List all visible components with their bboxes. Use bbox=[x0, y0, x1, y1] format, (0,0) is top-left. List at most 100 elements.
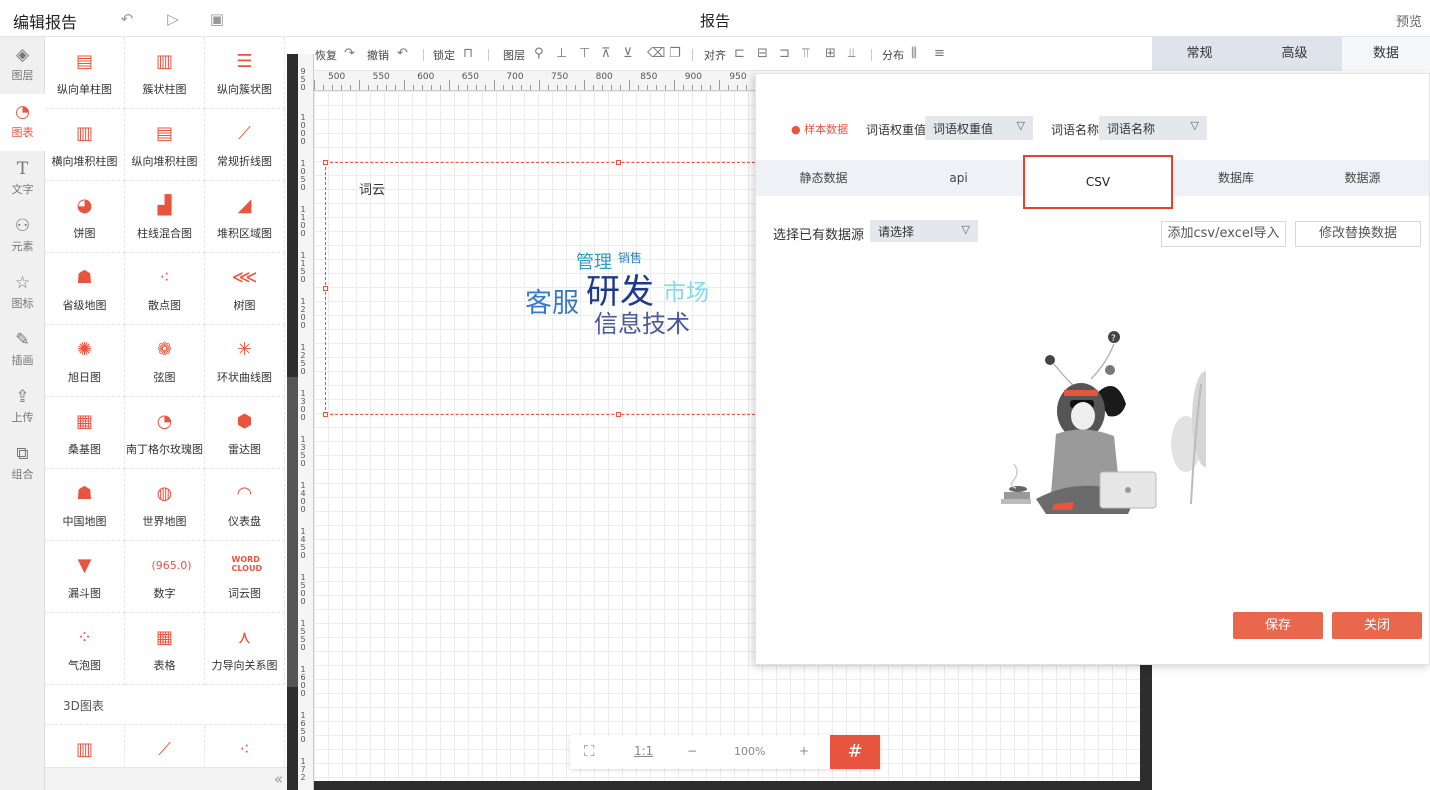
nav-charts[interactable]: ◔ 图表 bbox=[0, 94, 45, 151]
scrollbar-thumb[interactable] bbox=[287, 377, 298, 687]
nav-layers[interactable]: ◈ 图层 bbox=[0, 37, 45, 94]
align-middle-icon[interactable]: ⊞ bbox=[825, 46, 836, 61]
chart-type-funnel[interactable]: ▼ 漏斗图 bbox=[45, 541, 125, 613]
tab-api[interactable]: api bbox=[891, 160, 1026, 196]
chart-type-pie[interactable]: ◕ 饼图 bbox=[45, 181, 125, 253]
distribute-v-icon[interactable]: ≡ bbox=[934, 46, 945, 61]
canvas-v-scrollbar[interactable] bbox=[1140, 660, 1152, 790]
add-csv-button[interactable]: 添加csv/excel导入 bbox=[1161, 221, 1286, 247]
grid-toggle-button[interactable]: # bbox=[830, 735, 880, 769]
nav-text[interactable]: T 文字 bbox=[0, 151, 45, 208]
ruler-tick bbox=[314, 80, 315, 90]
save-button[interactable]: 保存 bbox=[1233, 612, 1323, 639]
layer-tree-icon[interactable]: ⚲ bbox=[534, 46, 544, 61]
undo-icon[interactable]: ↶ bbox=[397, 46, 408, 61]
resize-handle[interactable] bbox=[323, 286, 328, 291]
canvas-h-scrollbar[interactable] bbox=[314, 781, 1152, 790]
nav-elements[interactable]: ⚇ 元素 bbox=[0, 208, 45, 265]
chart-type-table[interactable]: ▦ 表格 bbox=[125, 613, 205, 685]
chart-type-world-map[interactable]: ◍ 世界地图 bbox=[125, 469, 205, 541]
send-back-icon[interactable]: ⊻ bbox=[623, 46, 633, 61]
resize-handle[interactable] bbox=[616, 412, 621, 417]
scatter-icon: ⁖ bbox=[159, 267, 170, 288]
chart-type-sunburst[interactable]: ✺ 旭日图 bbox=[45, 325, 125, 397]
lock-icon[interactable]: ⊓ bbox=[463, 46, 473, 61]
tab-advanced[interactable]: 高级 bbox=[1247, 37, 1342, 71]
chart-type-stacked-bar[interactable]: ▥ 横向堆积柱图 bbox=[45, 109, 125, 181]
align-right-icon[interactable]: ⊐ bbox=[779, 46, 790, 61]
chart-type-bubble[interactable]: ⁘ 气泡图 bbox=[45, 613, 125, 685]
undo-label[interactable]: 撤销 bbox=[367, 47, 389, 63]
chart-type-tree[interactable]: ⋘ 树图 bbox=[205, 253, 285, 325]
tab-datasource[interactable]: 数据源 bbox=[1296, 160, 1429, 196]
chart-type-area[interactable]: ◢ 堆积区域图 bbox=[205, 181, 285, 253]
align-center-h-icon[interactable]: ⊟ bbox=[757, 46, 768, 61]
move-up-icon[interactable]: ⊥ bbox=[556, 46, 567, 61]
chart-type-ring-curve[interactable]: ✳ 环状曲线图 bbox=[205, 325, 285, 397]
choose-source-select[interactable]: 请选择 ▽ bbox=[870, 220, 978, 242]
tab-static-data[interactable]: 静态数据 bbox=[756, 160, 891, 196]
chart-type-bar-line[interactable]: ▟ 柱线混合图 bbox=[125, 181, 205, 253]
chart-type-province-map[interactable]: ☗ 省级地图 bbox=[45, 253, 125, 325]
play-icon[interactable]: ▷ bbox=[164, 10, 182, 28]
resize-handle[interactable] bbox=[323, 160, 328, 165]
chart-type-hbar[interactable]: ▤ 纵向单柱图 bbox=[45, 37, 125, 109]
chart-type-hstacked[interactable]: ▤ 纵向堆积柱图 bbox=[125, 109, 205, 181]
ruler-tick bbox=[665, 85, 666, 90]
delete-icon[interactable]: ⌫ bbox=[647, 46, 665, 61]
fit-screen-icon[interactable]: ⛶ bbox=[584, 742, 595, 760]
nav-illustration[interactable]: ✎ 插画 bbox=[0, 322, 45, 379]
move-down-icon[interactable]: ⊤ bbox=[579, 46, 590, 61]
bring-front-icon[interactable]: ⊼ bbox=[601, 46, 611, 61]
chart-type-number[interactable]: (965.0) 数字 bbox=[125, 541, 205, 613]
weight-select[interactable]: 词语权重值 ▽ bbox=[925, 116, 1033, 140]
align-top-icon[interactable]: ⫪ bbox=[802, 46, 809, 61]
nav-group[interactable]: ⧉ 组合 bbox=[0, 436, 45, 493]
cloud-word: 客服 bbox=[525, 288, 579, 319]
align-left-icon[interactable]: ⊏ bbox=[734, 46, 745, 61]
chart-type-wordcloud[interactable]: WORD CLOUD 词云图 bbox=[205, 541, 285, 613]
collapse-icon[interactable]: « bbox=[274, 770, 283, 788]
chart-type-force-graph[interactable]: ⋏ 力导向关系图 bbox=[205, 613, 285, 685]
nav-icons[interactable]: ☆ 图标 bbox=[0, 265, 45, 322]
resize-handle[interactable] bbox=[323, 412, 328, 417]
close-button[interactable]: 关闭 bbox=[1332, 612, 1422, 639]
chart-type-line[interactable]: ⟋ 常规折线图 bbox=[205, 109, 285, 181]
ruler-tick-label: 1250 bbox=[300, 343, 306, 376]
distribute-h-icon[interactable]: ⫼ bbox=[911, 46, 917, 61]
lock-label[interactable]: 锁定 bbox=[433, 47, 455, 63]
nav-upload[interactable]: ⇪ 上传 bbox=[0, 379, 45, 436]
tab-general[interactable]: 常规 bbox=[1152, 37, 1247, 71]
chart-type-sankey[interactable]: ▦ 桑基图 bbox=[45, 397, 125, 469]
chart-type-scatter[interactable]: ⁖ 散点图 bbox=[125, 253, 205, 325]
chart-type-china-map[interactable]: ☗ 中国地图 bbox=[45, 469, 125, 541]
save-icon[interactable]: ▣ bbox=[208, 10, 226, 28]
tab-csv[interactable]: CSV bbox=[1023, 155, 1173, 209]
zoom-in-button[interactable]: + bbox=[799, 744, 809, 758]
nav-label: 插画 bbox=[11, 354, 34, 367]
undo-icon[interactable]: ↶ bbox=[118, 10, 136, 28]
tab-data[interactable]: 数据 bbox=[1342, 37, 1430, 71]
chart-type-cluster-bar[interactable]: ▥ 簇状柱图 bbox=[125, 37, 205, 109]
copy-icon[interactable]: ❐ bbox=[669, 46, 681, 61]
zoom-out-button[interactable]: − bbox=[687, 744, 697, 758]
redo-icon[interactable]: ↷ bbox=[344, 46, 355, 61]
name-select[interactable]: 词语名称 ▽ bbox=[1099, 116, 1207, 140]
chart-type-rose[interactable]: ◔ 南丁格尔玫瑰图 bbox=[125, 397, 205, 469]
actual-size-button[interactable]: 1:1 bbox=[634, 744, 653, 758]
align-bottom-icon[interactable]: ⫫ bbox=[848, 46, 855, 61]
chart-type-radar[interactable]: ⬢ 雷达图 bbox=[205, 397, 285, 469]
collapse-bar[interactable]: « bbox=[45, 767, 287, 790]
chart-type-hcluster[interactable]: ☰ 纵向簇状图 bbox=[205, 37, 285, 109]
chart-type-gauge[interactable]: ◠ 仪表盘 bbox=[205, 469, 285, 541]
grid-icon: # bbox=[847, 741, 863, 762]
panel-scrollbar[interactable] bbox=[287, 54, 298, 790]
tab-database[interactable]: 数据库 bbox=[1176, 160, 1296, 196]
chart-type-chord[interactable]: ❁ 弦图 bbox=[125, 325, 205, 397]
sample-data-link[interactable]: ● 样本数据 bbox=[791, 121, 848, 137]
modify-data-button[interactable]: 修改替换数据 bbox=[1295, 221, 1421, 247]
resize-handle[interactable] bbox=[616, 160, 621, 165]
wordcloud-widget[interactable]: 词云 管理 销售 研发 市场 客服 信息技术 bbox=[323, 160, 765, 417]
preview-button[interactable]: 预览 bbox=[1396, 11, 1422, 30]
redo-label[interactable]: 恢复 bbox=[315, 47, 337, 63]
